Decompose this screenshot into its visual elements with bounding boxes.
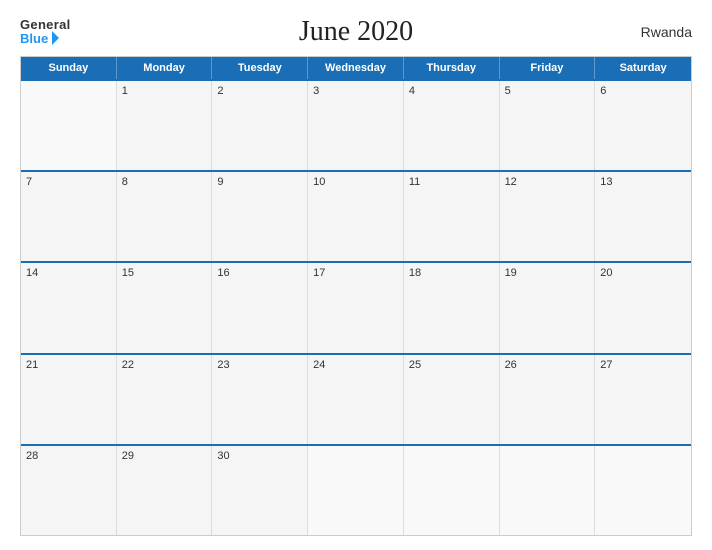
header-day-sunday: Sunday xyxy=(21,57,117,79)
country-label: Rwanda xyxy=(641,24,692,40)
calendar-cell: 30 xyxy=(212,446,308,535)
day-number: 22 xyxy=(122,359,207,371)
day-number: 11 xyxy=(409,176,494,188)
day-number: 25 xyxy=(409,359,494,371)
day-number: 16 xyxy=(217,267,302,279)
day-number: 19 xyxy=(505,267,590,279)
day-number: 2 xyxy=(217,85,302,97)
calendar-cell: 21 xyxy=(21,355,117,444)
calendar-header: SundayMondayTuesdayWednesdayThursdayFrid… xyxy=(21,57,691,79)
calendar-cell xyxy=(500,446,596,535)
calendar-cell: 29 xyxy=(117,446,213,535)
calendar-week-3: 14 15 16 17 18 19 20 xyxy=(21,261,691,352)
calendar-cell: 10 xyxy=(308,172,404,261)
day-number: 1 xyxy=(122,85,207,97)
calendar-cell: 20 xyxy=(595,263,691,352)
header-day-friday: Friday xyxy=(500,57,596,79)
calendar-cell: 13 xyxy=(595,172,691,261)
calendar-week-2: 789 10 11 12 13 xyxy=(21,170,691,261)
calendar-week-5: 28 29 30 xyxy=(21,444,691,535)
calendar-cell: 27 xyxy=(595,355,691,444)
day-number: 28 xyxy=(26,450,111,462)
day-number: 12 xyxy=(505,176,590,188)
day-number: 29 xyxy=(122,450,207,462)
header: General Blue June 2020 Rwanda xyxy=(20,18,692,46)
calendar-cell: 3 xyxy=(308,81,404,170)
day-number: 5 xyxy=(505,85,590,97)
calendar-cell xyxy=(404,446,500,535)
calendar-cell: 7 xyxy=(21,172,117,261)
calendar-cell: 22 xyxy=(117,355,213,444)
calendar-cell: 11 xyxy=(404,172,500,261)
calendar-cell: 23 xyxy=(212,355,308,444)
day-number: 27 xyxy=(600,359,686,371)
day-number: 4 xyxy=(409,85,494,97)
day-number: 9 xyxy=(217,176,302,188)
calendar-week-1: 123456 xyxy=(21,79,691,170)
header-day-monday: Monday xyxy=(117,57,213,79)
logo-general-text: General xyxy=(20,18,71,31)
day-number: 13 xyxy=(600,176,686,188)
day-number: 15 xyxy=(122,267,207,279)
calendar-cell: 14 xyxy=(21,263,117,352)
calendar-body: 1234567891011121314151617181920212223242… xyxy=(21,79,691,535)
calendar-cell: 26 xyxy=(500,355,596,444)
calendar-page: General Blue June 2020 Rwanda SundayMond… xyxy=(0,0,712,550)
calendar-cell: 1 xyxy=(117,81,213,170)
day-number: 3 xyxy=(313,85,398,97)
day-number: 30 xyxy=(217,450,302,462)
calendar-cell: 16 xyxy=(212,263,308,352)
calendar-cell xyxy=(308,446,404,535)
day-number: 17 xyxy=(313,267,398,279)
header-day-tuesday: Tuesday xyxy=(212,57,308,79)
header-day-wednesday: Wednesday xyxy=(308,57,404,79)
calendar-cell: 8 xyxy=(117,172,213,261)
day-number: 10 xyxy=(313,176,398,188)
calendar-cell: 18 xyxy=(404,263,500,352)
calendar-cell xyxy=(595,446,691,535)
calendar-cell: 5 xyxy=(500,81,596,170)
logo-triangle-icon xyxy=(52,31,59,45)
logo: General Blue xyxy=(20,18,71,46)
day-number: 18 xyxy=(409,267,494,279)
header-day-thursday: Thursday xyxy=(404,57,500,79)
day-number: 14 xyxy=(26,267,111,279)
calendar-cell: 17 xyxy=(308,263,404,352)
calendar-cell: 12 xyxy=(500,172,596,261)
calendar-week-4: 21 22 23 24 25 26 27 xyxy=(21,353,691,444)
calendar-cell xyxy=(21,81,117,170)
day-number: 26 xyxy=(505,359,590,371)
logo-blue-text: Blue xyxy=(20,31,59,46)
header-day-saturday: Saturday xyxy=(595,57,691,79)
day-number: 20 xyxy=(600,267,686,279)
calendar-cell: 15 xyxy=(117,263,213,352)
day-number: 6 xyxy=(600,85,686,97)
calendar-cell: 4 xyxy=(404,81,500,170)
day-number: 8 xyxy=(122,176,207,188)
day-number: 21 xyxy=(26,359,111,371)
calendar-cell: 9 xyxy=(212,172,308,261)
calendar-cell: 6 xyxy=(595,81,691,170)
day-number: 7 xyxy=(26,176,111,188)
calendar-cell: 19 xyxy=(500,263,596,352)
calendar-cell: 25 xyxy=(404,355,500,444)
day-number: 24 xyxy=(313,359,398,371)
calendar-grid: SundayMondayTuesdayWednesdayThursdayFrid… xyxy=(20,56,692,536)
calendar-cell: 2 xyxy=(212,81,308,170)
calendar-cell: 28 xyxy=(21,446,117,535)
calendar-cell: 24 xyxy=(308,355,404,444)
calendar-title: June 2020 xyxy=(299,16,413,48)
day-number: 23 xyxy=(217,359,302,371)
